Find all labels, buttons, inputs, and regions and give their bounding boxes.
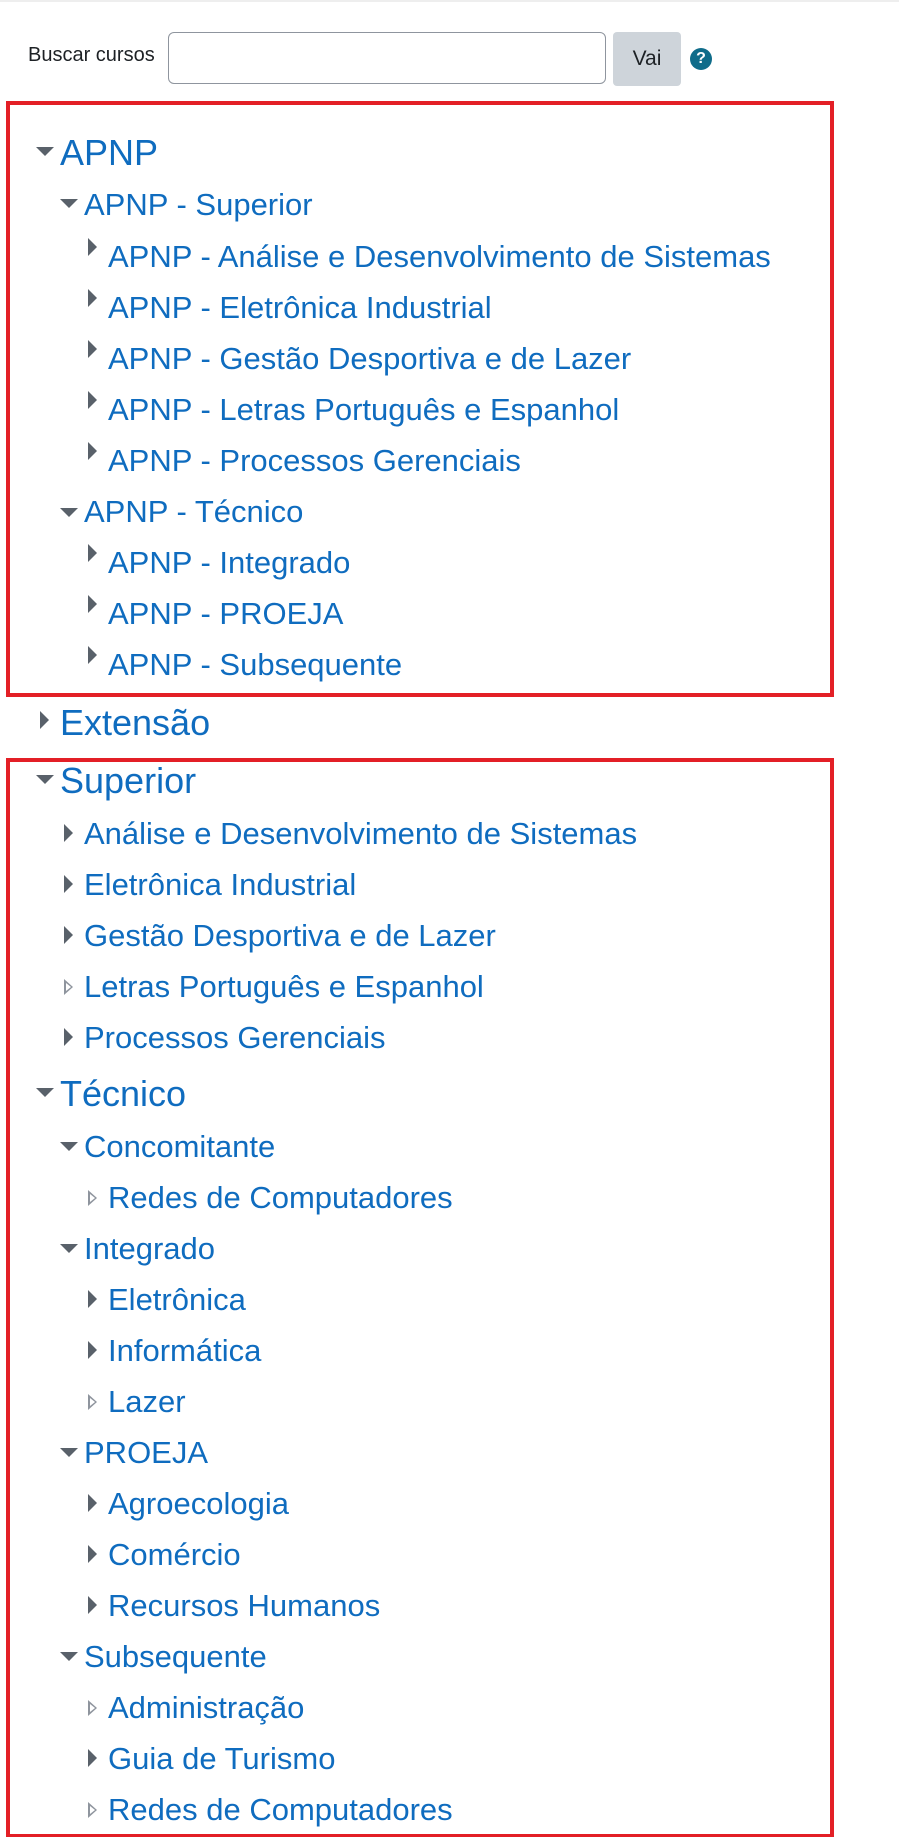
category-sup-gestao[interactable]: Gestão Desportiva e de Lazer	[84, 920, 496, 951]
course-search-form: Buscar cursos Vai ?	[28, 32, 728, 86]
category-apnp-processos[interactable]: APNP - Processos Gerenciais	[108, 445, 521, 476]
category-proeja-agro[interactable]: Agroecologia	[108, 1488, 289, 1519]
collapsed-arrow-icon[interactable]	[64, 824, 73, 842]
collapsed-arrow-icon[interactable]	[88, 391, 97, 409]
category-sub-redes[interactable]: Redes de Computadores	[108, 1794, 453, 1825]
collapsed-arrow-icon[interactable]	[88, 1494, 97, 1512]
collapsed-arrow-icon[interactable]	[64, 1028, 73, 1046]
search-label: Buscar cursos	[28, 44, 155, 66]
collapsed-arrow-icon[interactable]	[88, 1749, 97, 1767]
collapsed-arrow-icon[interactable]	[88, 1545, 97, 1563]
category-apnp-superior[interactable]: APNP - Superior	[84, 189, 313, 220]
category-apnp[interactable]: APNP	[60, 135, 158, 171]
collapsed-arrow-icon[interactable]	[88, 442, 97, 460]
category-proeja-comercio[interactable]: Comércio	[108, 1539, 241, 1570]
category-apnp-subsequente[interactable]: APNP - Subsequente	[108, 649, 402, 680]
collapsed-arrow-icon[interactable]	[40, 711, 49, 729]
category-sub-turismo[interactable]: Guia de Turismo	[108, 1743, 335, 1774]
collapsed-arrow-icon[interactable]	[88, 238, 97, 256]
category-tecnico[interactable]: Técnico	[60, 1076, 186, 1112]
category-apnp-eletronica[interactable]: APNP - Eletrônica Industrial	[108, 292, 492, 323]
expanded-arrow-icon[interactable]	[60, 199, 78, 208]
category-proeja[interactable]: PROEJA	[84, 1437, 208, 1468]
expanded-arrow-icon[interactable]	[36, 147, 54, 156]
category-int-eletronica[interactable]: Eletrônica	[108, 1284, 246, 1315]
question-circle-icon[interactable]: ?	[690, 48, 712, 70]
category-apnp-integrado[interactable]: APNP - Integrado	[108, 547, 350, 578]
category-sup-eletronica[interactable]: Eletrônica Industrial	[84, 869, 356, 900]
expanded-arrow-icon[interactable]	[60, 508, 78, 517]
category-integrado[interactable]: Integrado	[84, 1233, 215, 1264]
category-concomitante[interactable]: Concomitante	[84, 1131, 275, 1162]
category-extensao[interactable]: Extensão	[60, 705, 210, 741]
category-superior[interactable]: Superior	[60, 763, 196, 799]
collapsed-arrow-icon[interactable]	[64, 875, 73, 893]
category-apnp-gestao[interactable]: APNP - Gestão Desportiva e de Lazer	[108, 343, 631, 374]
collapsed-arrow-icon[interactable]	[88, 1290, 97, 1308]
top-divider	[0, 0, 899, 2]
collapsed-arrow-icon[interactable]	[88, 340, 97, 358]
expanded-arrow-icon[interactable]	[36, 775, 54, 784]
category-sup-processos[interactable]: Processos Gerenciais	[84, 1022, 386, 1053]
category-apnp-ads[interactable]: APNP - Análise e Desenvolvimento de Sist…	[108, 241, 771, 272]
collapsed-arrow-icon[interactable]	[88, 289, 97, 307]
expanded-arrow-icon[interactable]	[60, 1448, 78, 1457]
category-sub-admin[interactable]: Administração	[108, 1692, 304, 1723]
collapsed-arrow-icon[interactable]	[88, 544, 97, 562]
category-proeja-rh[interactable]: Recursos Humanos	[108, 1590, 380, 1621]
category-int-informatica[interactable]: Informática	[108, 1335, 261, 1366]
category-apnp-letras[interactable]: APNP - Letras Português e Espanhol	[108, 394, 619, 425]
collapsed-arrow-icon[interactable]	[88, 595, 97, 613]
category-int-lazer[interactable]: Lazer	[108, 1386, 186, 1417]
expanded-arrow-icon[interactable]	[36, 1088, 54, 1097]
go-button[interactable]: Vai	[613, 32, 681, 86]
collapsed-arrow-icon[interactable]	[88, 1596, 97, 1614]
category-sup-ads[interactable]: Análise e Desenvolvimento de Sistemas	[84, 818, 637, 849]
expanded-arrow-icon[interactable]	[60, 1244, 78, 1253]
category-subsequente[interactable]: Subsequente	[84, 1641, 267, 1672]
category-conc-redes[interactable]: Redes de Computadores	[108, 1182, 453, 1213]
collapsed-arrow-icon[interactable]	[64, 926, 73, 944]
expanded-arrow-icon[interactable]	[60, 1652, 78, 1661]
search-input[interactable]	[168, 32, 606, 84]
expanded-arrow-icon[interactable]	[60, 1142, 78, 1151]
collapsed-arrow-icon[interactable]	[88, 646, 97, 664]
category-apnp-tecnico[interactable]: APNP - Técnico	[84, 496, 303, 527]
category-apnp-proeja[interactable]: APNP - PROEJA	[108, 598, 343, 629]
collapsed-arrow-icon[interactable]	[88, 1341, 97, 1359]
category-sup-letras[interactable]: Letras Português e Espanhol	[84, 971, 484, 1002]
